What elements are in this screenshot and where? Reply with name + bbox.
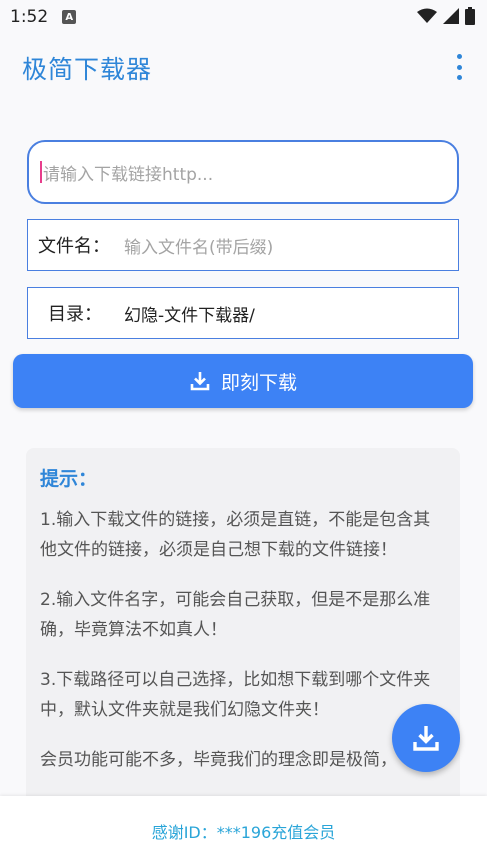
url-input-placeholder: 请输入下载链接http... [43, 164, 214, 185]
status-icons [417, 7, 475, 25]
filename-field[interactable]: 文件名： 输入文件名(带后缀) [27, 219, 459, 271]
tip-item: 1.输入下载文件的链接，必须是直链，不能是包含其他文件的链接，必须是自己想下载的… [40, 510, 431, 560]
tips-panel: 提示： 1.输入下载文件的链接，必须是直链，不能是包含其他文件的链接，必须是自己… [26, 448, 460, 808]
fab-download-button[interactable] [392, 704, 460, 772]
more-vert-icon[interactable] [451, 52, 467, 82]
directory-field[interactable]: 目录： 幻隐-文件下载器/ [27, 287, 459, 339]
directory-value: 幻隐-文件下载器/ [124, 305, 255, 326]
app-title: 极简下载器 [22, 55, 153, 84]
download-button[interactable]: 即刻下载 [13, 354, 473, 408]
download-button-label: 即刻下载 [220, 371, 297, 394]
tips-title: 提示： [40, 468, 98, 490]
tip-item: 2.输入文件名字，可能会自己获取，但是不是那么准确，毕竟算法不如真人！ [40, 590, 431, 640]
tip-item: 会员功能可能不多，毕竟我们的理念即是极简， [40, 750, 397, 770]
notification-icon: A [62, 10, 77, 24]
text-caret [40, 161, 42, 183]
wifi-icon [417, 8, 437, 23]
directory-label: 目录： [48, 304, 102, 325]
download-icon [413, 726, 439, 751]
download-icon [190, 372, 210, 391]
signal-icon [443, 8, 459, 24]
battery-icon [465, 7, 475, 25]
status-time: 1:52 [10, 7, 49, 27]
app-bar: 极简下载器 [0, 34, 487, 100]
status-bar: 1:52 A [0, 0, 487, 34]
footer-banner: 感谢ID：***196充值会员 [0, 796, 487, 865]
tip-item: 3.下载路径可以自己选择，比如想下载到哪个文件夹中，默认文件夹就是我们幻隐文件夹… [40, 670, 431, 720]
filename-placeholder: 输入文件名(带后缀) [124, 237, 274, 258]
filename-label: 文件名： [38, 236, 110, 257]
url-input[interactable]: 请输入下载链接http... [27, 140, 459, 204]
footer-text: 感谢ID：***196充值会员 [151, 822, 336, 842]
